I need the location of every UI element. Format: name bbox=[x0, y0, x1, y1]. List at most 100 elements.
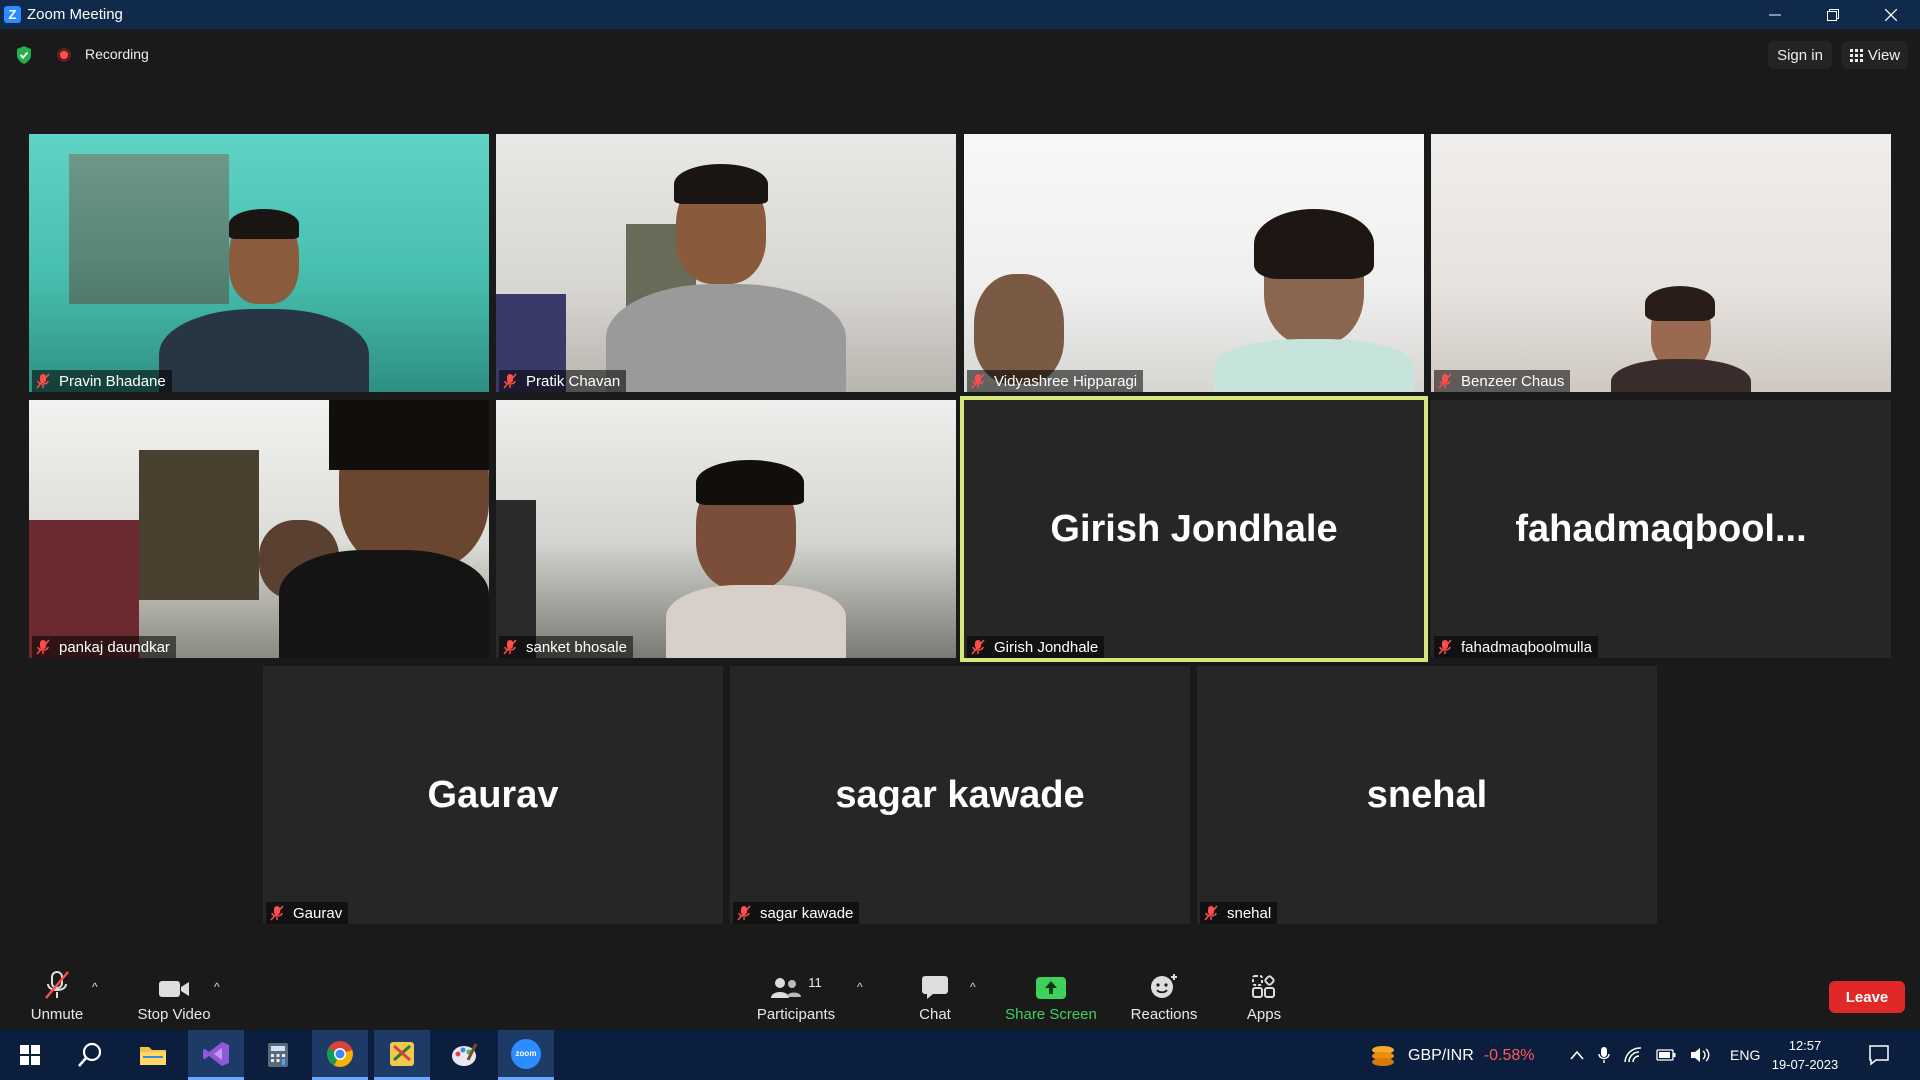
video-tile[interactable]: sagar kawade sagar kawade bbox=[730, 666, 1190, 924]
video-tile[interactable]: Pravin Bhadane bbox=[29, 134, 489, 392]
chat-options-chevron-up-icon[interactable]: ^ bbox=[970, 980, 976, 994]
person-shirt bbox=[279, 550, 489, 658]
apps-icon bbox=[1252, 975, 1275, 998]
search-icon bbox=[78, 1042, 102, 1067]
chat-button[interactable]: Chat bbox=[900, 960, 970, 1030]
clock-time: 12:57 bbox=[1788, 1038, 1822, 1053]
taskbar-calculator[interactable] bbox=[250, 1030, 306, 1080]
background-person bbox=[496, 500, 536, 658]
video-tile[interactable]: sanket bhosale bbox=[496, 400, 956, 658]
volume-icon[interactable] bbox=[1690, 1047, 1710, 1063]
muted-microphone-icon bbox=[45, 971, 69, 999]
person-hair bbox=[1645, 286, 1715, 321]
taskbar-visual-studio[interactable] bbox=[188, 1030, 244, 1080]
person-hair bbox=[329, 400, 489, 470]
chat-bubble-icon bbox=[922, 976, 948, 999]
participant-display-name: Gaurav bbox=[427, 773, 559, 816]
person-shirt bbox=[159, 309, 369, 392]
participant-display-name: sagar kawade bbox=[835, 773, 1085, 816]
ticker-symbol: GBP/INR bbox=[1408, 1047, 1474, 1064]
video-camera-icon bbox=[159, 981, 189, 997]
chat-label: Chat bbox=[919, 1006, 951, 1023]
start-button[interactable] bbox=[2, 1030, 58, 1080]
paint-palette-icon bbox=[452, 1043, 478, 1066]
muted-mic-icon bbox=[1438, 373, 1452, 389]
participants-options-chevron-up-icon[interactable]: ^ bbox=[857, 980, 863, 994]
calculator-icon bbox=[268, 1043, 288, 1067]
encryption-shield-icon[interactable] bbox=[15, 45, 33, 65]
close-button[interactable] bbox=[1862, 0, 1920, 29]
participants-label: Participants bbox=[756, 1006, 836, 1023]
muted-mic-icon bbox=[270, 905, 284, 921]
background-door bbox=[69, 154, 229, 304]
leave-button[interactable]: Leave bbox=[1829, 981, 1905, 1013]
video-tile[interactable]: pankaj daundkar bbox=[29, 400, 489, 658]
participant-name: Girish Jondhale bbox=[994, 638, 1099, 656]
video-tile[interactable]: Pratik Chavan bbox=[496, 134, 956, 392]
taskbar-clock[interactable]: 12:57 19-07-2023 bbox=[1768, 1036, 1842, 1074]
taskbar-paint[interactable] bbox=[436, 1030, 492, 1080]
person-hair bbox=[674, 164, 768, 204]
muted-mic-icon bbox=[971, 639, 985, 655]
notification-center-icon bbox=[1869, 1045, 1889, 1066]
video-tile[interactable]: Benzeer Chaus bbox=[1431, 134, 1891, 392]
window-controls bbox=[1746, 0, 1920, 29]
person-shirt bbox=[1611, 359, 1751, 392]
unmute-button[interactable]: Unmute bbox=[20, 960, 94, 1030]
muted-mic-icon bbox=[503, 373, 517, 389]
ticker-change: -0.58% bbox=[1483, 1047, 1535, 1064]
wifi-icon[interactable] bbox=[1624, 1047, 1642, 1063]
muted-mic-icon bbox=[1438, 639, 1452, 655]
reactions-button[interactable]: Reactions bbox=[1122, 960, 1206, 1030]
search-button[interactable] bbox=[62, 1030, 118, 1080]
stop-video-button[interactable]: Stop Video bbox=[128, 960, 220, 1030]
participants-button[interactable]: 11 Participants bbox=[752, 960, 840, 1030]
taskbar-snip-tool[interactable] bbox=[374, 1030, 430, 1080]
reactions-label: Reactions bbox=[1130, 1006, 1198, 1023]
participant-display-name: Girish Jondhale bbox=[1050, 507, 1338, 550]
taskbar-file-explorer[interactable] bbox=[125, 1030, 181, 1080]
video-tile[interactable]: Gaurav Gaurav bbox=[263, 666, 723, 924]
audio-options-chevron-up-icon[interactable]: ^ bbox=[92, 980, 98, 994]
zoom-icon: zoom bbox=[511, 1038, 541, 1069]
windows-logo-icon bbox=[20, 1045, 40, 1065]
apps-label: Apps bbox=[1246, 1006, 1282, 1023]
video-tile-active-speaker[interactable]: Girish Jondhale Girish Jondhale bbox=[960, 396, 1428, 662]
participants-icon bbox=[771, 978, 802, 998]
currency-ticker-icon bbox=[1372, 1046, 1394, 1066]
meeting-top-bar: Recording Sign in View bbox=[0, 29, 1920, 79]
participant-name-label: Benzeer Chaus bbox=[1434, 370, 1571, 392]
microphone-tray-icon[interactable] bbox=[1598, 1046, 1610, 1064]
apps-button[interactable]: Apps bbox=[1228, 960, 1300, 1030]
restore-icon bbox=[1827, 8, 1839, 21]
view-button[interactable]: View bbox=[1842, 41, 1908, 69]
show-hidden-icons-chevron-up-icon[interactable] bbox=[1570, 1050, 1584, 1060]
video-tile[interactable]: Vidyashree Hipparagi bbox=[964, 134, 1424, 392]
sign-in-button[interactable]: Sign in bbox=[1768, 41, 1832, 69]
input-language[interactable]: ENG bbox=[1730, 1047, 1760, 1063]
stock-ticker-widget[interactable]: GBP/INR -0.58% bbox=[1368, 1044, 1535, 1068]
minimize-button[interactable] bbox=[1746, 0, 1804, 29]
share-screen-button[interactable]: Share Screen bbox=[1002, 960, 1100, 1030]
minimize-icon bbox=[1769, 14, 1781, 15]
restore-button[interactable] bbox=[1804, 0, 1862, 29]
system-tray: ENG bbox=[1570, 1030, 1760, 1080]
notifications-button[interactable] bbox=[1868, 1044, 1890, 1071]
battery-icon[interactable] bbox=[1656, 1049, 1676, 1061]
view-button-label: View bbox=[1867, 46, 1901, 64]
visual-studio-icon bbox=[203, 1041, 229, 1066]
recording-label: Recording bbox=[85, 46, 149, 62]
taskbar-zoom[interactable]: zoom bbox=[498, 1030, 554, 1080]
participant-name: pankaj daundkar bbox=[59, 638, 170, 656]
zoom-app-icon: Z bbox=[4, 6, 21, 23]
video-tile[interactable]: fahadmaqbool... fahadmaqboolmulla bbox=[1431, 400, 1891, 658]
participant-name: Vidyashree Hipparagi bbox=[994, 372, 1138, 390]
taskbar-chrome[interactable] bbox=[312, 1030, 368, 1080]
participant-name-label: Vidyashree Hipparagi bbox=[967, 370, 1144, 392]
recording-indicator-icon[interactable] bbox=[57, 48, 71, 62]
video-tile[interactable]: snehal snehal bbox=[1197, 666, 1657, 924]
video-options-chevron-up-icon[interactable]: ^ bbox=[214, 980, 220, 994]
share-screen-label: Share Screen bbox=[1005, 1006, 1097, 1023]
person-hair bbox=[1254, 209, 1374, 279]
chrome-icon bbox=[327, 1040, 353, 1067]
